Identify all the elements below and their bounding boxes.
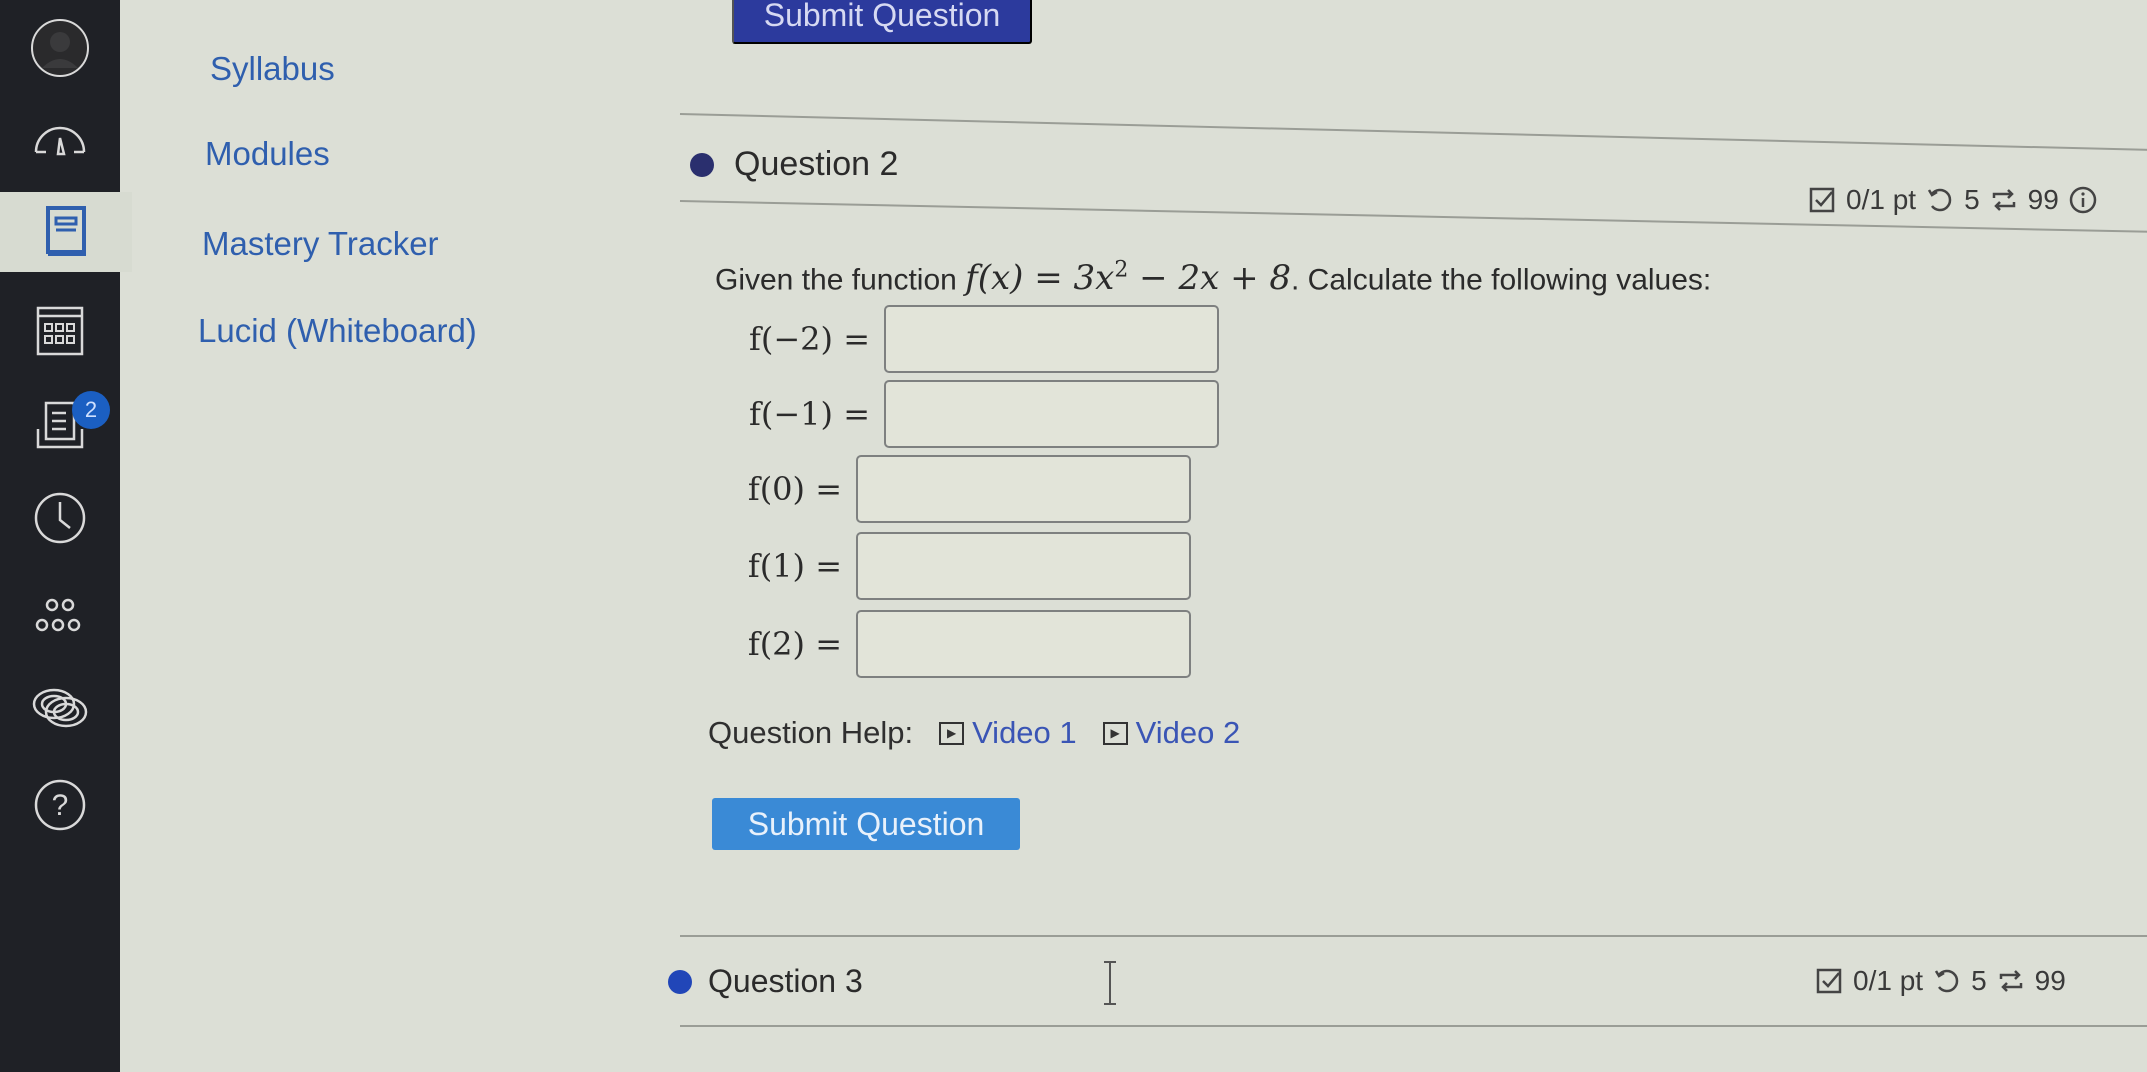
avatar-icon bbox=[31, 19, 89, 77]
video-1-label: Video 1 bbox=[972, 715, 1077, 750]
question-3-header: Question 3 bbox=[668, 963, 863, 1000]
checkbox-score-icon bbox=[1816, 968, 1842, 994]
question-2-meta: 0/1 pt 5 99 bbox=[1808, 184, 2097, 216]
course-nav-lucid-whiteboard[interactable]: Lucid (Whiteboard) bbox=[198, 312, 477, 350]
question-help-label: Question Help: bbox=[708, 715, 914, 750]
answer-label: f(−2) = bbox=[749, 320, 870, 358]
prompt-prefix: Given the function bbox=[715, 263, 966, 297]
video-1-link[interactable]: ▶ Video 1 bbox=[939, 715, 1077, 751]
answer-label: f(1) = bbox=[747, 547, 842, 585]
course-nav-mastery-tracker[interactable]: Mastery Tracker bbox=[202, 225, 439, 263]
gnav-studio[interactable] bbox=[0, 668, 120, 748]
course-nav-syllabus[interactable]: Syllabus bbox=[210, 50, 335, 88]
answer-input-f-0[interactable] bbox=[856, 455, 1191, 523]
divider bbox=[680, 1025, 2147, 1027]
divider bbox=[679, 113, 2147, 151]
retry-icon bbox=[1992, 189, 2015, 211]
video-2-label: Video 2 bbox=[1135, 715, 1241, 750]
dashboard-gauge-icon bbox=[34, 126, 86, 156]
svg-text:?: ? bbox=[52, 789, 69, 822]
function-lhs: f(x) = 3x bbox=[965, 258, 1115, 299]
question-status-dot bbox=[690, 152, 714, 177]
text-cursor-icon bbox=[1104, 961, 1116, 1005]
answer-input-f-neg1[interactable] bbox=[884, 380, 1219, 448]
studio-rings-icon bbox=[32, 688, 88, 728]
course-nav-modules[interactable]: Modules bbox=[205, 135, 330, 173]
answer-row: f(1) = bbox=[700, 532, 1191, 600]
previous-submit-button[interactable]: Submit Question bbox=[732, 0, 1032, 44]
question-3-attempts: 5 bbox=[1971, 965, 1987, 996]
question-3-meta: 0/1 pt 5 99 bbox=[1815, 965, 2066, 997]
attempts-undo-icon bbox=[1934, 969, 1959, 993]
function-expression: f(x) = 3x2 − 2x + 8 bbox=[965, 258, 1291, 298]
calendar-icon bbox=[36, 306, 84, 356]
question-2-retries: 99 bbox=[2027, 184, 2059, 215]
answer-row: f(−2) = bbox=[700, 305, 1219, 373]
prompt-suffix: . Calculate the following values: bbox=[1291, 263, 1712, 297]
gnav-help[interactable]: ? bbox=[0, 765, 120, 845]
question-2-attempts: 5 bbox=[1964, 184, 1980, 215]
book-icon bbox=[46, 206, 86, 256]
question-help: Question Help: ▶ Video 1 ▶ Video 2 bbox=[708, 715, 1240, 751]
question-3-title: Question 3 bbox=[708, 963, 863, 999]
attempts-undo-icon bbox=[1927, 188, 1952, 212]
gnav-history[interactable] bbox=[0, 478, 120, 558]
question-2-score: 0/1 pt bbox=[1846, 184, 1917, 215]
question-status-dot bbox=[668, 969, 692, 994]
video-play-icon: ▶ bbox=[1102, 721, 1128, 745]
divider bbox=[680, 935, 2147, 937]
answer-input-f-neg2[interactable] bbox=[884, 305, 1219, 373]
global-nav: 2 ? bbox=[0, 0, 132, 1072]
answer-label: f(−1) = bbox=[749, 395, 870, 433]
answer-input-f-1[interactable] bbox=[856, 532, 1191, 600]
submit-question-button[interactable]: Submit Question bbox=[712, 798, 1020, 850]
question-3-retries: 99 bbox=[2034, 965, 2066, 996]
function-exponent: 2 bbox=[1114, 258, 1129, 283]
answer-row: f(−1) = bbox=[700, 380, 1219, 448]
question-2-header: Question 2 bbox=[690, 145, 898, 184]
question-3-score: 0/1 pt bbox=[1853, 965, 1924, 996]
question-2-title: Question 2 bbox=[734, 145, 899, 183]
answer-row: f(0) = bbox=[700, 455, 1191, 523]
video-2-link[interactable]: ▶ Video 2 bbox=[1102, 715, 1241, 751]
answer-row: f(2) = bbox=[700, 610, 1191, 678]
gnav-calendar[interactable] bbox=[0, 290, 120, 370]
video-play-icon: ▶ bbox=[939, 721, 965, 745]
gnav-dashboard[interactable] bbox=[0, 100, 120, 180]
answer-input-f-2[interactable] bbox=[856, 610, 1191, 678]
gnav-courses[interactable] bbox=[0, 192, 132, 272]
inbox-badge: 2 bbox=[72, 391, 110, 429]
gnav-inbox[interactable]: 2 bbox=[0, 385, 120, 465]
gnav-commons[interactable] bbox=[0, 575, 120, 655]
clock-icon bbox=[34, 492, 86, 544]
retry-icon bbox=[1999, 970, 2022, 992]
answer-label: f(0) = bbox=[747, 470, 842, 508]
question-prompt: Given the function f(x) = 3x2 − 2x + 8. … bbox=[715, 258, 1711, 298]
function-rest: − 2x + 8 bbox=[1128, 258, 1292, 299]
help-icon: ? bbox=[34, 779, 86, 831]
gnav-account[interactable] bbox=[0, 8, 120, 88]
info-icon[interactable] bbox=[2069, 186, 2097, 214]
network-icon bbox=[35, 598, 81, 632]
checkbox-score-icon bbox=[1809, 187, 1835, 213]
answer-label: f(2) = bbox=[747, 625, 842, 663]
